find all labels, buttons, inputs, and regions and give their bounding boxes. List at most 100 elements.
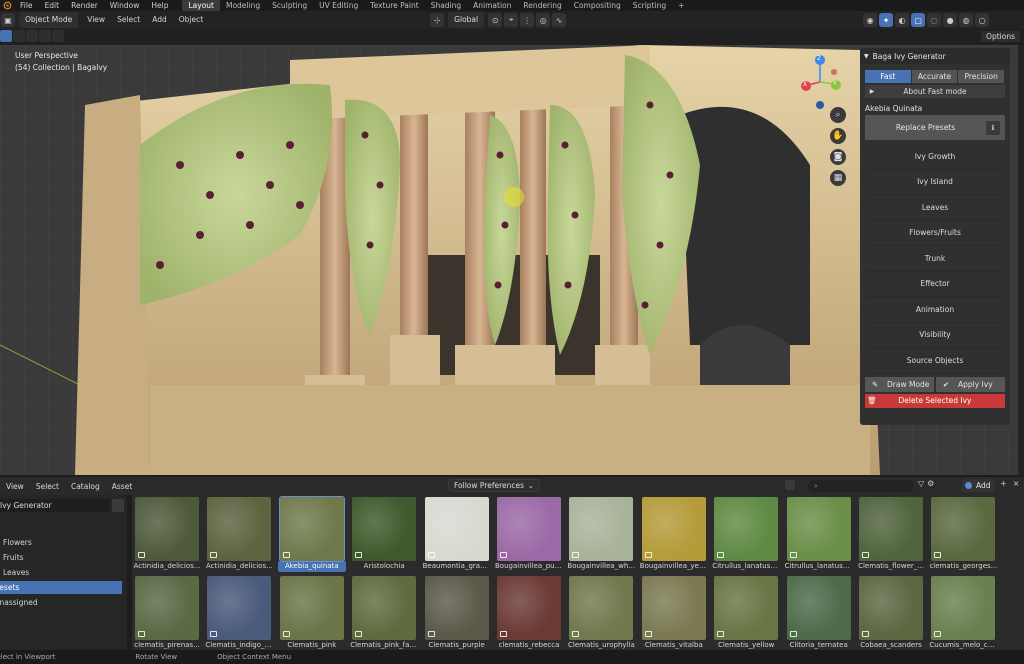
select-mode-2-icon[interactable] — [26, 30, 38, 42]
select-mode-icon[interactable] — [13, 30, 25, 42]
tab-texture-paint[interactable]: Texture Paint — [364, 0, 424, 11]
about-mode-toggle[interactable]: ▶ About Fast mode — [865, 85, 1005, 98]
snap-icon[interactable]: ⌖ — [504, 13, 519, 27]
menu-render[interactable]: Render — [65, 0, 104, 11]
ab-menu-asset[interactable]: Asset — [106, 482, 139, 491]
asset-tile[interactable]: clematis_georges... — [929, 497, 997, 572]
asset-tile[interactable]: Clematis_vitalba — [640, 576, 708, 650]
tab-shading[interactable]: Shading — [425, 0, 467, 11]
section-flowers-fruits[interactable]: Flowers/Fruits — [865, 220, 1005, 246]
select-box-icon[interactable] — [0, 30, 12, 42]
asset-tile[interactable]: Clematis_pink_fan... — [350, 576, 418, 650]
zoom-icon[interactable]: ⌕ — [830, 107, 846, 123]
add-asset-button[interactable]: Add — [962, 479, 995, 492]
library-dropdown[interactable]: Ivy Generator — [0, 499, 110, 512]
transform-orientation-dropdown[interactable]: Global — [448, 12, 485, 28]
options-dropdown[interactable]: Options — [981, 31, 1020, 42]
asset-tile[interactable]: Beaumontia_gran... — [423, 497, 491, 572]
asset-tile[interactable]: Actinidia_delicios... — [133, 497, 201, 572]
overlay-toggle-icon[interactable]: ◐ — [895, 13, 910, 27]
add-workspace-button[interactable]: + — [672, 0, 690, 11]
shading-wire-icon[interactable]: ◌ — [927, 13, 942, 27]
menu-select[interactable]: Select — [111, 11, 146, 29]
select-mode-4-icon[interactable] — [52, 30, 64, 42]
asset-tile[interactable]: Cobaea_scanders — [857, 576, 925, 650]
section-ivy-island[interactable]: Ivy Island — [865, 169, 1005, 195]
shading-rendered-icon[interactable]: ○ — [975, 13, 990, 27]
section-visibility[interactable]: Visibility — [865, 322, 1005, 348]
grid-view-icon[interactable] — [785, 480, 795, 490]
section-ivy-growth[interactable]: Ivy Growth — [865, 144, 1005, 170]
asset-tile[interactable]: Clematis_urophylla — [567, 576, 635, 650]
menu-edit[interactable]: Edit — [39, 0, 66, 11]
tab-uv-editing[interactable]: UV Editing — [313, 0, 364, 11]
shading-material-icon[interactable]: ◍ — [959, 13, 974, 27]
section-leaves[interactable]: Leaves — [865, 195, 1005, 221]
sidebar-tabs[interactable] — [1018, 45, 1024, 475]
asset-tile[interactable]: Clematis_purple — [423, 576, 491, 650]
info-icon[interactable]: ℹ — [986, 120, 1000, 135]
plus-icon[interactable]: + — [1000, 479, 1007, 488]
mode-precision-button[interactable]: Precision — [958, 70, 1005, 83]
mode-dropdown[interactable]: Object Mode — [19, 12, 79, 28]
asset-tile[interactable]: Citrullus_lanatus_f... — [712, 497, 780, 572]
ab-menu-catalog[interactable]: Catalog — [65, 482, 106, 491]
select-mode-3-icon[interactable] — [39, 30, 51, 42]
asset-tile[interactable]: Akebia_quinata — [277, 496, 346, 572]
editor-type-icon[interactable]: ▣ — [1, 13, 15, 27]
grid-perspective-icon[interactable]: ▦ — [830, 170, 846, 186]
catalog-unassigned[interactable]: Unassigned — [0, 596, 122, 609]
falloff-icon[interactable]: ∿ — [552, 13, 567, 27]
blender-logo-icon[interactable] — [0, 0, 14, 11]
panel-header[interactable]: ▼ Baga Ivy Generator — [860, 48, 1010, 64]
collapse-icon[interactable]: ▼ — [864, 53, 869, 60]
tab-rendering[interactable]: Rendering — [517, 0, 567, 11]
gizmo-toggle-icon[interactable]: ✦ — [879, 13, 894, 27]
section-animation[interactable]: Animation — [865, 297, 1005, 323]
apply-ivy-button[interactable]: ✔ Apply Ivy — [936, 376, 1005, 392]
asset-tile[interactable]: Clematis_indigo_c... — [205, 576, 273, 650]
asset-tile[interactable]: Bougainvillea_yell... — [640, 497, 708, 572]
delete-ivy-button[interactable]: 🗑 Delete Selected Ivy — [865, 393, 1005, 408]
tab-sculpting[interactable]: Sculpting — [266, 0, 313, 11]
catalog-fruits[interactable]: Fruits — [0, 551, 122, 564]
mode-accurate-button[interactable]: Accurate — [911, 70, 958, 83]
asset-tile[interactable]: Cucumis_melo_ca... — [929, 576, 997, 650]
section-effector[interactable]: Effector — [865, 271, 1005, 297]
shading-solid-icon[interactable]: ● — [943, 13, 958, 27]
asset-tile[interactable]: Citrullus_lanatus_f... — [785, 497, 853, 572]
refresh-library-icon[interactable] — [112, 499, 124, 512]
asset-tile[interactable]: clematis_rebecca — [495, 576, 563, 650]
tab-animation[interactable]: Animation — [467, 0, 517, 11]
catalog-leaves[interactable]: Leaves — [0, 566, 122, 579]
xray-toggle-icon[interactable]: ▢ — [911, 13, 926, 27]
menu-view[interactable]: View — [81, 11, 111, 29]
proportional-edit-icon[interactable]: ◎ — [536, 13, 551, 27]
asset-tile[interactable]: Actinidia_delicios... — [205, 497, 273, 572]
catalog-flowers[interactable]: Flowers — [0, 536, 122, 549]
close-icon[interactable]: × — [1013, 479, 1020, 488]
asset-tile[interactable]: Bougainvillea_white — [567, 497, 635, 572]
asset-search-input[interactable]: ⌕ — [808, 480, 914, 492]
draw-mode-button[interactable]: ✎ Draw Mode — [865, 376, 934, 392]
navigation-gizmo[interactable]: Z X Y — [798, 50, 846, 110]
asset-tile[interactable]: clematis_pirenas... — [133, 576, 201, 650]
tab-layout[interactable]: Layout — [182, 0, 220, 11]
catalog-presets[interactable]: Presets — [0, 581, 122, 594]
tab-scripting[interactable]: Scripting — [627, 0, 672, 11]
ab-menu-view[interactable]: View — [0, 482, 30, 491]
filter-icon[interactable]: ▽ — [918, 479, 924, 488]
tab-modeling[interactable]: Modeling — [220, 0, 266, 11]
pan-hand-icon[interactable]: ✋ — [830, 128, 846, 144]
asset-tile[interactable]: Bougainvillea_pur... — [495, 497, 563, 572]
pivot-icon[interactable]: ⊙ — [488, 13, 503, 27]
asset-tile[interactable]: Clematis_pink — [278, 576, 346, 650]
section-source-objects[interactable]: Source Objects — [865, 348, 1005, 374]
menu-add[interactable]: Add — [146, 11, 173, 29]
snap-target-icon[interactable]: ⋮ — [520, 13, 535, 27]
import-method-dropdown[interactable]: Follow Preferences ⌄ — [448, 479, 540, 492]
menu-file[interactable]: File — [14, 0, 39, 11]
gear-icon[interactable]: ⚙ — [927, 479, 934, 488]
asset-tile[interactable]: Clematis_flower_... — [857, 497, 925, 572]
ab-menu-select[interactable]: Select — [30, 482, 65, 491]
